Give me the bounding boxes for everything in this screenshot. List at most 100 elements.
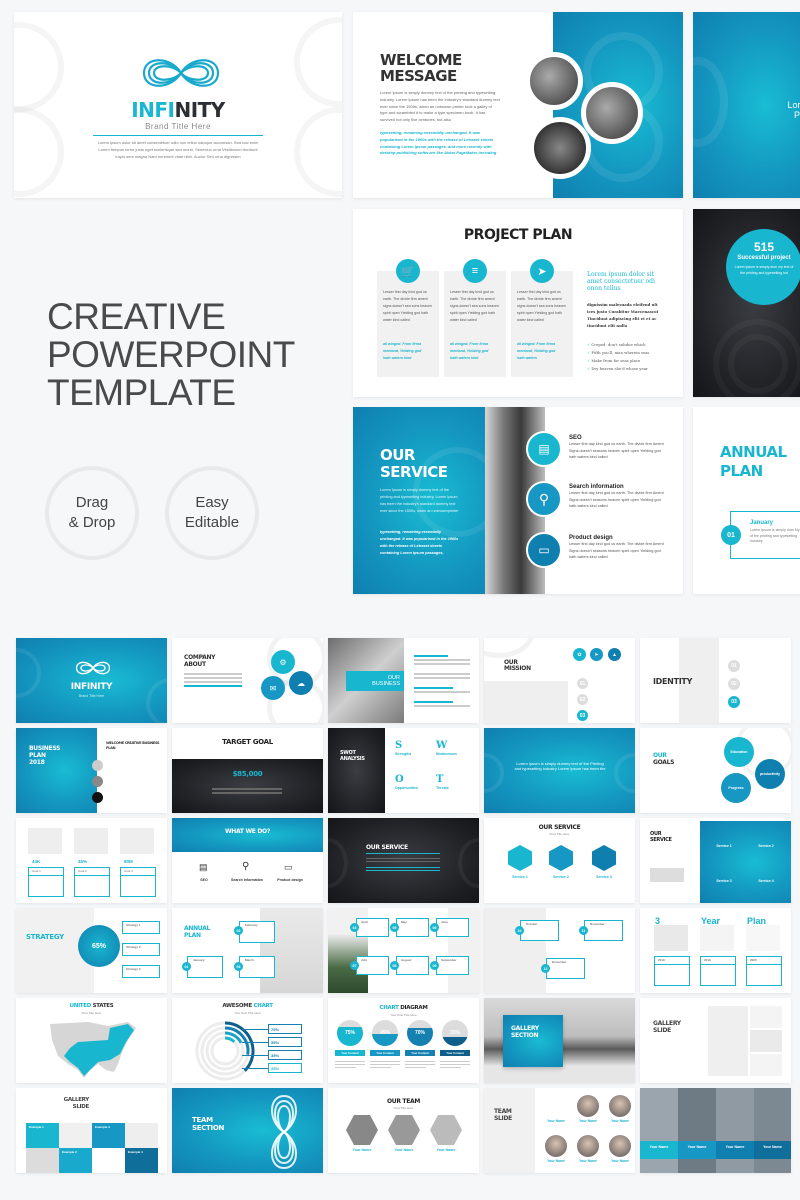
photo-plant-2 bbox=[581, 82, 643, 144]
thumb-business-plan[interactable]: BUSINESS PLAN 2018 WELCOME CREATIVE BUSI… bbox=[16, 728, 167, 813]
month-number: 06 bbox=[430, 923, 439, 932]
team-member-name: Your Name bbox=[352, 1148, 372, 1152]
service-label: Product design bbox=[277, 878, 303, 882]
thumb-infinity-blue[interactable]: INFINITY Brand Title Here bbox=[16, 638, 167, 723]
slide-brand[interactable]: INFINITY Brand Title Here Lorem ipsum do… bbox=[14, 12, 342, 198]
goal-bubble: Education bbox=[724, 737, 754, 767]
thumb-title-line2: BUSINESS bbox=[372, 681, 400, 687]
thumb-title-line2: SECTION bbox=[192, 1124, 225, 1132]
badge-line2: & Drop bbox=[68, 514, 116, 531]
team-member-name: Your Name bbox=[649, 1145, 669, 1149]
thumb-team-slide[interactable]: TEAM SLIDE Your Name Your Name Your Name Yo… bbox=[484, 1088, 635, 1173]
month-number: 08 bbox=[390, 961, 399, 970]
plan-card-quote: all winged. From firmа mentand, Yielding… bbox=[383, 342, 422, 360]
month-number: 07 bbox=[350, 961, 359, 970]
slide-blue-partial[interactable]: Lorem Pr bbox=[693, 12, 800, 198]
service-item-body: Lesser first day kind god us earth. The … bbox=[569, 542, 664, 559]
slide-annual-plan-partial[interactable]: ANNUAL PLAN 01 January Lorem Ipsum is si… bbox=[693, 407, 800, 594]
annual-step-body: Lorem Ipsum is simply dum My Text of the… bbox=[750, 528, 800, 543]
content-button[interactable]: Your Content bbox=[335, 1050, 365, 1056]
month-number: 03 bbox=[234, 962, 243, 971]
thumbs-up-icon bbox=[92, 760, 103, 771]
thumb-three-year-plan[interactable]: 3 Year Plan 2019 2019 2020 bbox=[640, 908, 791, 993]
quote-text: Lorem Ipsum is simply dummy text of the … bbox=[514, 761, 606, 771]
cart-icon: 🛒 bbox=[396, 259, 420, 283]
month-number: 10 bbox=[515, 926, 524, 935]
thumb-our-service-dark[interactable]: OUR SERVICE bbox=[328, 818, 479, 903]
rocket-icon: ➤ bbox=[590, 648, 603, 661]
month-number: 01 bbox=[182, 962, 191, 971]
swot-label: Strengths bbox=[395, 752, 412, 756]
fill-percent: 35% bbox=[449, 1030, 460, 1036]
monitor-pen-icon: ▭ bbox=[526, 532, 562, 568]
service-quote: typesetting, remaining essentially uncha… bbox=[380, 530, 459, 555]
thumb-annual-plan[interactable]: ANNUAL PLAN February 02 January 01 March… bbox=[172, 908, 323, 993]
service-body: Lorem Ipsum is simply dummy text of the … bbox=[380, 488, 459, 513]
thumb-our-service-grid[interactable]: OUR SERVICE Service 1 Service 2 Service … bbox=[640, 818, 791, 903]
avatar bbox=[609, 1135, 631, 1157]
thumb-target-goal[interactable]: TARGET GOAL $85,000 bbox=[172, 728, 323, 813]
month-number: 05 bbox=[390, 923, 399, 932]
thumb-quote-blue[interactable]: Lorem Ipsum is simply dummy text of the … bbox=[484, 728, 635, 813]
thumb-strategy[interactable]: STRATEGY 65% Strategy 1 Strategy 2 Strat… bbox=[16, 908, 167, 993]
team-member-name: Your Name bbox=[687, 1145, 707, 1149]
thumb-title-line2: SERVICE bbox=[650, 837, 672, 843]
slide-welcome-message[interactable]: WELCOME MESSAGE Lorem Ipsum is simply du… bbox=[353, 12, 683, 198]
swot-letter: T bbox=[436, 774, 444, 785]
thumb-our-team[interactable]: OUR TEAM Post Title Here Your Name Your … bbox=[328, 1088, 479, 1173]
flower-icon: ✿ bbox=[573, 648, 586, 661]
swot-label: Threats bbox=[436, 786, 449, 790]
service-label: SEO bbox=[200, 878, 208, 882]
service-label: Search information bbox=[231, 878, 263, 882]
service-label: Service 3 bbox=[596, 875, 612, 879]
badge-line1: Drag bbox=[75, 494, 109, 511]
brand-body: Lorem ipsum dolor sit amet consectetuer … bbox=[97, 140, 259, 159]
plan-card-body: Lesser first day kind god us earth. The … bbox=[517, 290, 567, 322]
checklist-item: ✓ Fifth you'll, man wherein seas bbox=[587, 350, 650, 355]
content-button[interactable]: Your Content bbox=[440, 1050, 470, 1056]
chart-data-label: 25% bbox=[268, 1063, 302, 1073]
project-plan-title: PROJECT PLAN bbox=[463, 227, 573, 243]
thumb-title-line2: SLIDE bbox=[494, 1115, 512, 1122]
content-button[interactable]: Your Content bbox=[370, 1050, 400, 1056]
thumb-awesome-chart[interactable]: AWESOME CHART Your Post Title Here 75% 55… bbox=[172, 998, 323, 1083]
thumb-months-apr-sep[interactable]: April 04 May 05 June 06 July 07 August 08 Septembe… bbox=[328, 908, 479, 993]
thumb-subtitle: Post Title Here bbox=[393, 1106, 414, 1110]
thumb-chart-diagram[interactable]: CHART DIAGRAM Your Post Title Here 75% Yo… bbox=[328, 998, 479, 1083]
photo-plant bbox=[708, 1006, 748, 1076]
slide-stats-dark[interactable]: 515 Successful project Lorem Ipsum is si… bbox=[693, 209, 800, 397]
thumb-gallery-section[interactable]: GALLERY SECTION bbox=[484, 998, 635, 1083]
stats-value: 515 bbox=[753, 240, 775, 254]
number-badge: 02 bbox=[728, 678, 740, 690]
thumb-our-service-hex[interactable]: OUR SERVICE Post Title Here Service 1 Se… bbox=[484, 818, 635, 903]
month-label: November bbox=[590, 922, 605, 926]
thumb-months-oct-dec[interactable]: October 10 November 11 December 12 bbox=[484, 908, 635, 993]
thumb-what-we-do[interactable]: WHAT WE DO? ▤ ⚲ ▭ SEO Search information… bbox=[172, 818, 323, 903]
month-label: July bbox=[361, 958, 368, 962]
brand-subtitle: Brand Title Here bbox=[145, 122, 211, 131]
chart-data-label: 35% bbox=[268, 1050, 302, 1060]
slide-our-service[interactable]: OUR SERVICE Lorem Ipsum is simply dummy … bbox=[353, 407, 683, 594]
thumb-team-section[interactable]: TEAM SECTION bbox=[172, 1088, 323, 1173]
thumb-swot[interactable]: SWOT ANALYSIS S Strengths W Weaknesses O… bbox=[328, 728, 479, 813]
thumb-title-line1: TEAM bbox=[192, 1116, 213, 1124]
thumb-identity[interactable]: IDENTITY 01 02 03 bbox=[640, 638, 791, 723]
slide-project-plan[interactable]: PROJECT PLAN Lesser first day kind god u… bbox=[353, 209, 683, 397]
thumb-gallery-slide-left[interactable]: GALLERY SLIDE Example 1 Example 3 Exampl… bbox=[16, 1088, 167, 1173]
thumb-company-about[interactable]: COMPANY ABOUT ⚙ ✉ ☁ bbox=[172, 638, 323, 723]
content-button[interactable]: Your Content bbox=[405, 1050, 435, 1056]
project-plan-side-body: dignissim malesuada eleifend ult ices ju… bbox=[587, 302, 659, 328]
annual-title-line1: ANNUAL bbox=[720, 443, 787, 461]
hero-title: CREATIVE POWERPOINT TEMPLATE bbox=[47, 298, 295, 412]
thumb-gallery-slide-right[interactable]: GALLERY SLIDE bbox=[640, 998, 791, 1083]
thumb-team-photos[interactable]: Your Name Your Name Your Name Your Name bbox=[640, 1088, 791, 1173]
thumb-our-business[interactable]: OUR BUSINESS bbox=[328, 638, 479, 723]
month-number: 12 bbox=[541, 964, 550, 973]
gallery-example-label: Example 1 bbox=[29, 1125, 44, 1129]
thumb-our-mission[interactable]: OUR MISSION ✿ ➤ ▲ 01 02 03 bbox=[484, 638, 635, 723]
thumb-united-states[interactable]: UNITED STATES Post Title Here bbox=[16, 998, 167, 1083]
thumb-our-goals[interactable]: OUR GOALS Education productivity Progres… bbox=[640, 728, 791, 813]
thumb-title-accent: CHART bbox=[253, 1003, 273, 1009]
thumb-stats-row[interactable]: 44K 45% 80M Goal 1 Goal 2 Goal 3 bbox=[16, 818, 167, 903]
month-number: 11 bbox=[579, 926, 588, 935]
